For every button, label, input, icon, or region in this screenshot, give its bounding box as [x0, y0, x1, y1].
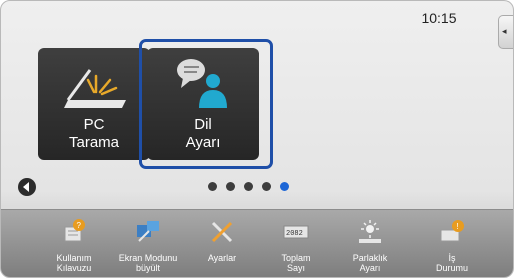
bottom-toolbar: ? Kullanım Kılavuzu Ekran Modunu büyült [1, 209, 513, 277]
tools-icon [211, 221, 233, 243]
total-count-label-2: Sayı [286, 263, 305, 273]
settings-button[interactable]: Ayarlar [185, 210, 259, 277]
page-dot-4[interactable] [262, 182, 271, 191]
side-panel-tab[interactable]: ◂ [498, 15, 513, 49]
arrow-left-icon [23, 182, 29, 192]
tile-pc-scan-label-2: Tarama [68, 134, 120, 151]
enlarge-display-label-2: büyült [135, 263, 161, 273]
svg-text:!: ! [457, 222, 459, 231]
brightness-button[interactable]: Parlaklık Ayarı [333, 210, 407, 277]
manual-icon: ? [64, 219, 85, 242]
job-status-button[interactable]: ! İş Durumu [415, 210, 489, 277]
brightness-icon [359, 220, 381, 243]
page-dot-1[interactable] [208, 182, 217, 191]
magnify-screen-icon [137, 221, 159, 242]
total-count-button[interactable]: 2082 Toplam Sayı [259, 210, 333, 277]
scroll-left-button[interactable] [18, 178, 36, 196]
svg-text:?: ? [77, 221, 82, 230]
enlarge-display-label-1: Ekran Modunu [118, 253, 178, 263]
user-manual-label-1: Kullanım [56, 253, 92, 263]
brightness-label-2: Ayarı [359, 263, 381, 273]
tile-language-label-2: Ayarı [185, 134, 221, 151]
page-dot-2[interactable] [226, 182, 235, 191]
tile-language-label-1: Dil [194, 116, 212, 133]
page-dot-5[interactable] [280, 182, 289, 191]
job-status-icon: ! [440, 220, 464, 242]
language-person-icon [177, 59, 227, 108]
total-count-label-1: Toplam [281, 253, 311, 263]
scanner-icon [64, 69, 126, 108]
side-tab-arrow-icon: ◂ [502, 26, 507, 36]
enlarge-display-button[interactable]: Ekran Modunu büyült [111, 210, 185, 277]
tile-pc-scan[interactable]: PC Tarama [38, 48, 150, 160]
svg-text:2082: 2082 [286, 230, 303, 238]
tile-language-settings[interactable]: Dil Ayarı [147, 48, 259, 160]
clock: 10:15 [421, 10, 457, 26]
job-status-label-2: Durumu [435, 263, 468, 273]
page-dot-3[interactable] [244, 182, 253, 191]
user-manual-label-2: Kılavuzu [56, 263, 92, 273]
job-status-label-1: İş [448, 253, 456, 263]
control-panel-screen: 10:15 ◂ PC Tarama Dil Ayarı ? Kullanım K… [0, 0, 514, 278]
user-manual-button[interactable]: ? Kullanım Kılavuzu [37, 210, 111, 277]
counter-icon: 2082 [283, 225, 309, 239]
brightness-label-1: Parlaklık [352, 253, 388, 263]
settings-label: Ayarlar [207, 253, 237, 263]
tile-pc-scan-label-1: PC [83, 116, 105, 133]
